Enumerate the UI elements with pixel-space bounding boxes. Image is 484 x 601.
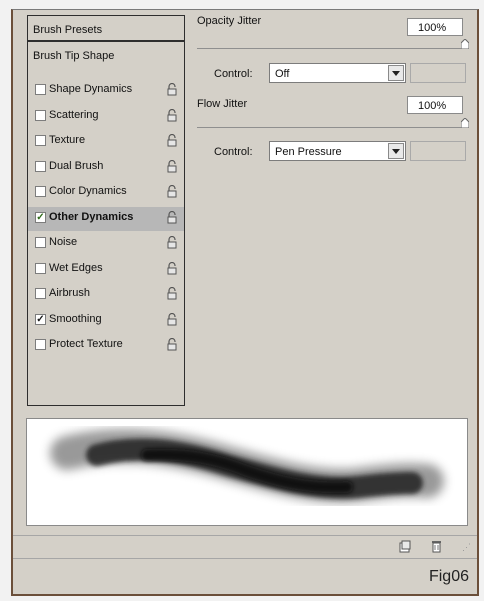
brush-option-smoothing[interactable]: ✓ Smoothing xyxy=(28,309,184,333)
option-label: Scattering xyxy=(49,108,99,121)
lock-icon[interactable] xyxy=(167,185,177,198)
brush-option-dual-brush[interactable]: Dual Brush xyxy=(28,156,184,180)
opacity-jitter-value[interactable]: 100% xyxy=(407,18,463,36)
option-label: Smoothing xyxy=(49,312,102,325)
option-checkbox[interactable]: ✓ xyxy=(35,211,46,223)
flow-jitter-label: Flow Jitter xyxy=(197,98,248,110)
option-checkbox[interactable] xyxy=(35,135,46,146)
flow-control-value: Pen Pressure xyxy=(275,146,342,158)
panel-footer: ⋰ xyxy=(13,535,477,559)
brush-option-color-dynamics[interactable]: Color Dynamics xyxy=(28,181,184,205)
resize-grip-icon[interactable]: ⋰ xyxy=(462,542,471,553)
brush-option-shape-dynamics[interactable]: Shape Dynamics xyxy=(28,79,184,103)
opacity-control-value: Off xyxy=(275,68,290,80)
new-preset-icon[interactable] xyxy=(399,540,411,553)
lock-icon[interactable] xyxy=(167,134,177,147)
brush-option-other-dynamics[interactable]: ✓ Other Dynamics xyxy=(28,206,184,231)
brush-options-list: Brush Presets Brush Tip Shape Shape Dyna… xyxy=(27,15,185,406)
lock-icon[interactable] xyxy=(167,236,177,249)
option-label: Noise xyxy=(49,236,78,248)
option-checkbox[interactable] xyxy=(35,288,46,299)
opacity-jitter-slider-thumb[interactable] xyxy=(461,39,469,49)
flow-control-label: Control: xyxy=(214,146,253,158)
option-label: Wet Edges xyxy=(49,261,103,274)
chevron-down-icon[interactable] xyxy=(388,65,404,81)
opacity-control-select[interactable]: Off xyxy=(269,63,406,83)
option-checkbox[interactable]: ✓ xyxy=(35,313,46,325)
option-label: Texture xyxy=(49,134,86,146)
lock-icon[interactable] xyxy=(167,312,177,326)
brush-option-texture[interactable]: Texture xyxy=(28,130,184,154)
lock-icon[interactable] xyxy=(167,210,177,224)
option-checkbox[interactable] xyxy=(35,339,46,350)
option-label: Color Dynamics xyxy=(49,185,127,197)
opacity-jitter-label: Opacity Jitter xyxy=(197,15,262,27)
flow-control-fade-field xyxy=(410,141,466,161)
stroke-preview xyxy=(26,418,468,526)
brush-option-wet-edges[interactable]: Wet Edges xyxy=(28,258,184,282)
brush-option-scattering[interactable]: Scattering xyxy=(28,105,184,129)
chevron-down-icon[interactable] xyxy=(388,143,404,159)
lock-icon[interactable] xyxy=(167,261,177,275)
opacity-jitter-slider-track[interactable] xyxy=(197,48,465,49)
option-label: Shape Dynamics xyxy=(49,83,133,95)
flow-jitter-slider-thumb[interactable] xyxy=(461,118,469,128)
brush-stroke-preview-image xyxy=(50,429,444,503)
brushes-panel: Brush Presets Brush Tip Shape Shape Dyna… xyxy=(11,9,479,596)
option-label: Dual Brush xyxy=(49,159,104,172)
option-checkbox[interactable] xyxy=(35,160,46,172)
trash-icon[interactable] xyxy=(431,539,442,553)
lock-icon[interactable] xyxy=(167,159,177,173)
flow-jitter-slider-track[interactable] xyxy=(197,127,465,128)
lock-icon[interactable] xyxy=(167,287,177,300)
brush-option-protect-texture[interactable]: Protect Texture xyxy=(28,334,184,358)
brush-presets-item[interactable]: Brush Presets xyxy=(28,16,184,42)
option-checkbox[interactable] xyxy=(35,237,46,248)
flow-control-select[interactable]: Pen Pressure xyxy=(269,141,406,161)
figure-caption: Fig06 xyxy=(428,568,469,585)
option-label: Protect Texture xyxy=(49,338,123,350)
lock-icon[interactable] xyxy=(167,108,177,122)
lock-icon[interactable] xyxy=(167,83,177,96)
option-label: Airbrush xyxy=(49,287,90,299)
flow-jitter-value[interactable]: 100% xyxy=(407,96,463,114)
option-checkbox[interactable] xyxy=(35,84,46,95)
opacity-control-label: Control: xyxy=(214,68,253,80)
option-checkbox[interactable] xyxy=(35,262,46,274)
option-checkbox[interactable] xyxy=(35,109,46,121)
option-checkbox[interactable] xyxy=(35,186,46,197)
option-label: Other Dynamics xyxy=(49,210,134,223)
brush-tip-shape-item[interactable]: Brush Tip Shape xyxy=(28,42,184,66)
brush-option-airbrush[interactable]: Airbrush xyxy=(28,283,184,307)
opacity-control-fade-field xyxy=(410,63,466,83)
lock-icon[interactable] xyxy=(167,338,177,351)
brush-option-noise[interactable]: Noise xyxy=(28,232,184,256)
